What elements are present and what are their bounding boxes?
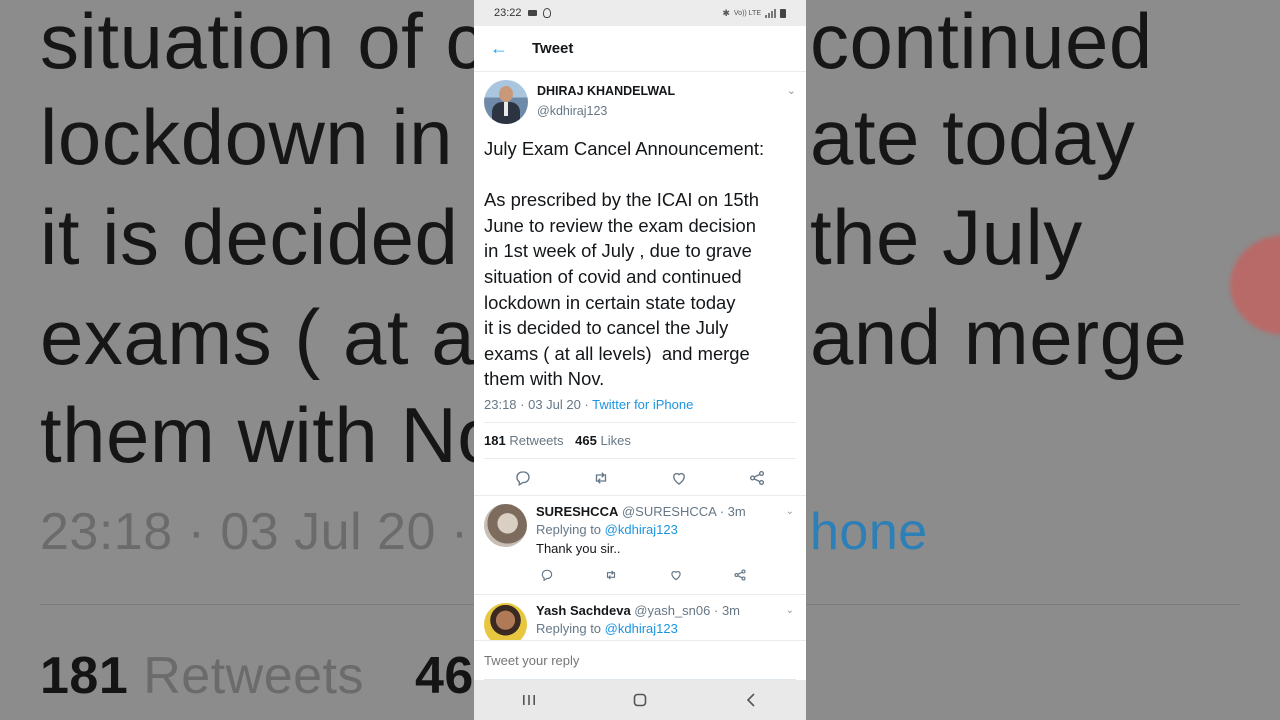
reply-time: · 3m (719, 503, 746, 519)
replying-to: Replying to @kdhiraj123 (536, 522, 796, 537)
reply-author-name[interactable]: Yash Sachdeva (536, 603, 631, 618)
battery-icon (780, 8, 786, 18)
author-info: DHIRAJ KHANDELWAL @kdhiraj123 (537, 80, 675, 118)
replying-prefix: Replying to (536, 620, 605, 636)
status-bar: 23:22 ✱ Vo)) LTE (474, 0, 806, 26)
tweet-source-link[interactable]: Twitter for iPhone (592, 397, 693, 412)
bg-stats-label: Retweets (143, 647, 364, 705)
reply-composer (474, 640, 806, 681)
reply-author-name[interactable]: SURESHCCA (536, 504, 618, 519)
mention-link[interactable]: @kdhiraj123 (605, 522, 678, 537)
heart-icon[interactable] (668, 467, 690, 489)
main-tweet: DHIRAJ KHANDELWAL @kdhiraj123 ⌄ July Exa… (474, 72, 806, 495)
bluetooth-icon: ✱ (722, 7, 730, 18)
retweet-icon[interactable] (600, 564, 622, 586)
tweet-meta: 23:18 · 03 Jul 20 · Twitter for iPhone (484, 397, 796, 412)
reply-icon[interactable] (512, 467, 534, 489)
reply-icon[interactable] (536, 564, 558, 586)
bg-line: and merge (810, 293, 1188, 381)
reply-time: · 3m (714, 602, 740, 618)
bg-stats: 181 Retweets 465 (40, 650, 503, 702)
reply-header: SURESHCCA @SURESHCCA · 3m (536, 504, 796, 519)
phone-screen: 23:22 ✱ Vo)) LTE ← Tweet DHIRAJ KHANDELW… (474, 0, 806, 720)
tweet-stats: 181 Retweets 465 Likes (484, 421, 796, 459)
bg-line: the July (810, 193, 1083, 281)
avatar-face (499, 86, 513, 102)
bg-line: ate today (810, 93, 1136, 181)
reply-item[interactable]: SURESHCCA @SURESHCCA · 3m Replying to @k… (474, 494, 806, 594)
bg-line: situation of c (40, 0, 485, 85)
tweet-header: DHIRAJ KHANDELWAL @kdhiraj123 (484, 80, 796, 124)
home-icon[interactable] (625, 685, 655, 715)
avatar[interactable] (484, 503, 527, 547)
replying-to: Replying to @kdhiraj123 (536, 621, 796, 636)
reply-header: Yash Sachdeva @yash_sn06 · 3m (536, 603, 796, 618)
network-label: Vo)) LTE (733, 9, 761, 17)
avatar-tie (504, 102, 508, 116)
notification-icon (542, 8, 551, 18)
share-icon[interactable] (746, 467, 768, 489)
arrow-left-icon[interactable]: ← (490, 38, 516, 59)
heart-icon[interactable] (665, 564, 687, 586)
retweet-icon[interactable] (590, 467, 612, 489)
video-icon (527, 10, 537, 16)
app-bar: ← Tweet (474, 26, 806, 72)
signal-icon (765, 8, 776, 18)
status-left: 23:22 (494, 7, 551, 19)
retweets-stat[interactable]: 181 Retweets (484, 433, 564, 448)
bg-line: continued (810, 0, 1153, 85)
page-title: Tweet (532, 40, 574, 57)
reply-input[interactable] (484, 641, 796, 680)
chevron-down-icon[interactable]: ⌄ (787, 84, 796, 97)
status-time: 23:22 (494, 7, 522, 19)
tweet-actions (484, 459, 796, 495)
reply-text: Thank you sir.. (536, 540, 621, 556)
reply-actions (536, 564, 751, 594)
likes-count: 465 (575, 432, 597, 448)
reply-author-handle: @yash_sn06 (634, 602, 711, 618)
bg-line: it is decided (40, 193, 459, 281)
tweet-timestamp: 23:18 · 03 Jul 20 · (484, 396, 593, 412)
author-name[interactable]: DHIRAJ KHANDELWAL (537, 84, 675, 98)
likes-label: Likes (600, 432, 631, 448)
likes-stat[interactable]: 465 Likes (575, 433, 631, 448)
bg-line: them with No (40, 391, 502, 479)
avatar[interactable] (484, 80, 528, 124)
bg-meta-time: 23:18 · 03 Jul 20 · (40, 503, 469, 561)
replying-prefix: Replying to (536, 521, 605, 537)
retweets-label: Retweets (509, 432, 564, 448)
reply-item[interactable]: Yash Sachdeva @yash_sn06 · 3m Replying t… (474, 593, 806, 646)
retweets-count: 181 (484, 432, 506, 448)
bg-line: exams ( at al (40, 293, 493, 381)
mention-link[interactable]: @kdhiraj123 (605, 621, 678, 636)
bg-line: lockdown in (40, 93, 454, 181)
bg-meta-source: hone (810, 503, 928, 561)
chevron-down-icon[interactable]: ⌄ (786, 506, 794, 517)
back-nav-icon[interactable] (736, 685, 766, 715)
bg-blob (1230, 235, 1280, 335)
reply-body: SURESHCCA @SURESHCCA · 3m Replying to @k… (536, 504, 796, 594)
bg-stats-count: 181 (40, 647, 129, 705)
android-nav-bar (474, 680, 806, 720)
share-icon[interactable] (729, 564, 751, 586)
author-handle[interactable]: @kdhiraj123 (537, 104, 675, 118)
tweet-text: July Exam Cancel Announcement: As prescr… (484, 138, 765, 390)
chevron-down-icon[interactable]: ⌄ (786, 605, 794, 616)
reply-author-handle: @SURESHCCA (621, 503, 717, 519)
status-right: ✱ Vo)) LTE (722, 8, 786, 19)
recents-icon[interactable] (514, 685, 544, 715)
